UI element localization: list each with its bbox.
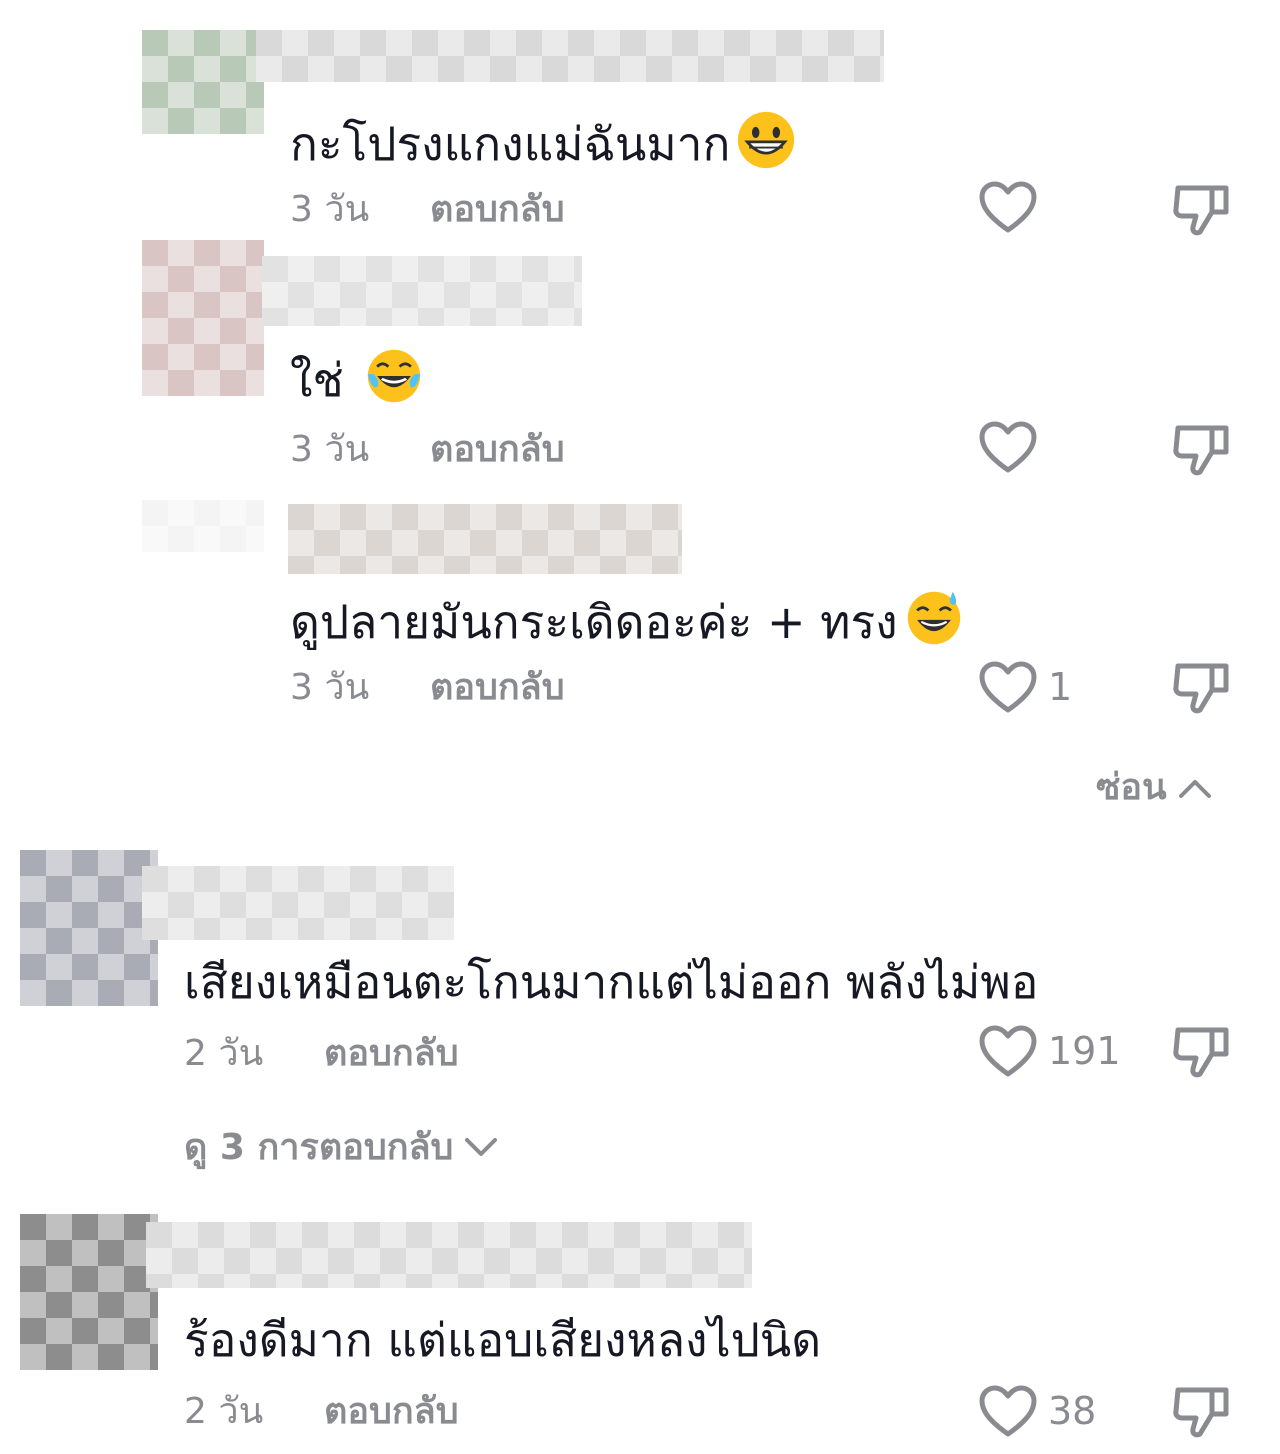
hide-replies-button[interactable]: ซ่อน (1096, 766, 1213, 810)
comment-text: เสียงเหมือนตะโกนมากแต่ไม่ออก พลังไม่พอ (184, 955, 1039, 1009)
comment-time: 3 วัน (290, 429, 370, 470)
comment-text: ใช่ (290, 346, 424, 408)
comment-time: 2 วัน (184, 1033, 264, 1074)
view-replies-button[interactable]: ดู 3 การตอบกลับ (184, 1126, 499, 1170)
comment-text: กะโปรงแกงแม่ฉันมาก (290, 110, 796, 172)
username-blurred[interactable] (262, 256, 582, 326)
like-count: 38 (1048, 1389, 1097, 1433)
avatar[interactable] (20, 850, 158, 1006)
like-count: 1 (1048, 665, 1073, 709)
like-button[interactable]: 38 (978, 1384, 1096, 1438)
comment-text: ดูปลายมันกระเดิดอะค่ะ + ทรง (290, 588, 964, 650)
view-replies-label: ดู 3 การตอบกลับ (184, 1127, 454, 1168)
dislike-icon[interactable] (1172, 1022, 1232, 1080)
reply-button[interactable]: ตอบกลับ (324, 1390, 459, 1434)
hide-label: ซ่อน (1096, 767, 1167, 808)
dislike-icon[interactable] (1172, 180, 1232, 238)
like-button[interactable]: 1 (978, 660, 1072, 714)
avatar[interactable] (142, 240, 264, 396)
avatar[interactable] (20, 1214, 158, 1370)
chevron-down-icon (465, 1138, 498, 1156)
chevron-up-icon (1178, 780, 1211, 798)
reply-button[interactable]: ตอบกลับ (430, 428, 565, 472)
like-count: 191 (1048, 1029, 1121, 1073)
comment-time: 2 วัน (184, 1391, 264, 1432)
username-blurred[interactable] (288, 504, 682, 574)
heart-icon (979, 181, 1037, 233)
like-button[interactable]: 191 (978, 1024, 1121, 1078)
reply-button[interactable]: ตอบกลับ (430, 666, 565, 710)
dislike-icon[interactable] (1172, 420, 1232, 478)
heart-icon (979, 1025, 1037, 1077)
dislike-icon[interactable] (1172, 658, 1232, 716)
comment-time: 3 วัน (290, 189, 370, 230)
username-blurred[interactable] (142, 866, 454, 940)
username-blurred[interactable] (256, 30, 884, 82)
like-button[interactable] (978, 420, 1038, 474)
grinning-face-icon (738, 111, 795, 169)
heart-icon (979, 1385, 1037, 1437)
heart-icon (979, 421, 1037, 473)
comment-time: 3 วัน (290, 667, 370, 708)
avatar[interactable] (142, 30, 264, 134)
dislike-icon[interactable] (1172, 1382, 1232, 1440)
comment-text: ร้องดีมาก แต่แอบเสียงหลงไปนิด (184, 1313, 822, 1367)
tears-of-joy-icon (368, 349, 421, 403)
like-button[interactable] (978, 180, 1038, 234)
grinning-sweat-icon (907, 591, 960, 645)
heart-icon (979, 661, 1037, 713)
username-blurred[interactable] (146, 1222, 752, 1288)
reply-button[interactable]: ตอบกลับ (324, 1032, 459, 1076)
avatar[interactable] (142, 500, 264, 552)
reply-button[interactable]: ตอบกลับ (430, 188, 565, 232)
